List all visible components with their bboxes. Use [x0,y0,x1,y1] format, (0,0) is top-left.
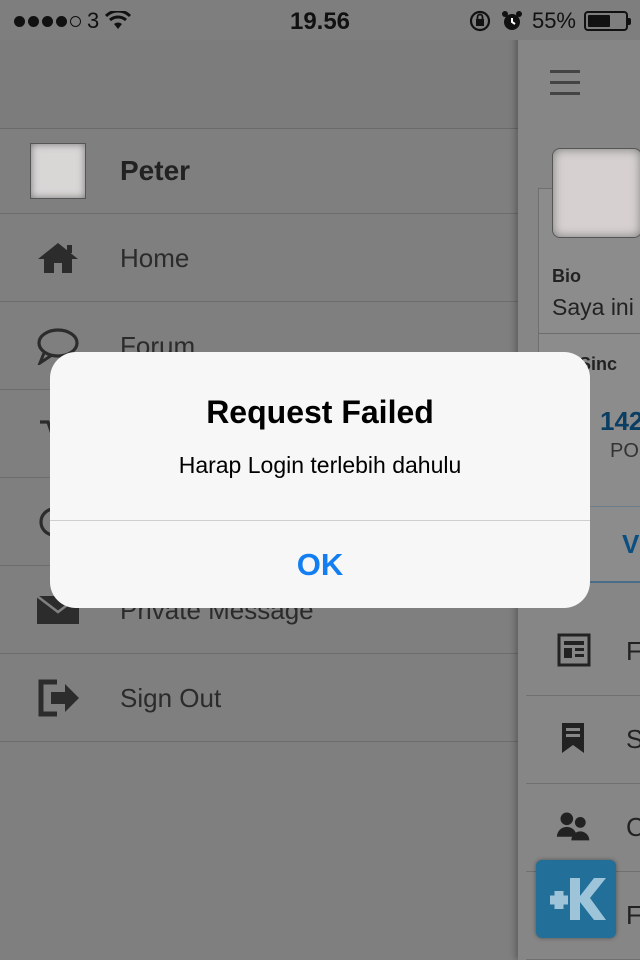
menu-icon[interactable] [550,70,580,103]
users-icon [556,812,590,841]
profile-menu-item[interactable]: F [526,608,640,696]
battery-percent: 55% [531,8,576,33]
alarm-icon [501,11,522,30]
profile-menu-item[interactable]: S [526,696,640,784]
dialog-title: Request Failed [206,394,434,430]
bio-text: Saya ini [552,294,634,320]
divider [538,333,640,334]
profile-menu-label: S [626,724,640,754]
post-count: 142 [600,406,640,436]
drawer-item-home[interactable]: Home [0,214,518,302]
newspaper-icon [557,633,591,667]
bio-label: Bio [552,266,581,286]
alert-dialog: Request Failed Harap Login terlebih dahu… [50,352,590,608]
profile-menu-label: F [626,900,640,930]
profile-menu-label: F [626,636,640,666]
drawer-item-sign-out[interactable]: Sign Out [0,654,518,742]
bookmark-icon [562,723,584,753]
avatar [30,143,86,199]
home-icon [34,240,82,276]
drawer-profile[interactable]: Peter [0,129,518,214]
view-button-label: V [622,529,640,559]
kaskus-logo-icon[interactable] [536,860,616,938]
drawer-item-label: Sign Out [120,683,222,713]
profile-menu-label: C [626,812,640,842]
drawer-item-label: Home [120,243,190,273]
rotation-lock-icon [469,10,491,32]
sign-out-icon [34,679,82,717]
dialog-message: Harap Login terlebih dahulu [178,452,462,478]
posts-label: PO [610,440,639,462]
drawer-header [0,40,518,129]
profile-avatar [552,148,640,238]
battery-icon [584,11,631,31]
profile-menu-item[interactable]: C [526,784,640,872]
status-bar: 3 19.56 55% [0,0,640,40]
profile-name: Peter [120,155,191,186]
ok-button[interactable]: OK [50,521,590,608]
